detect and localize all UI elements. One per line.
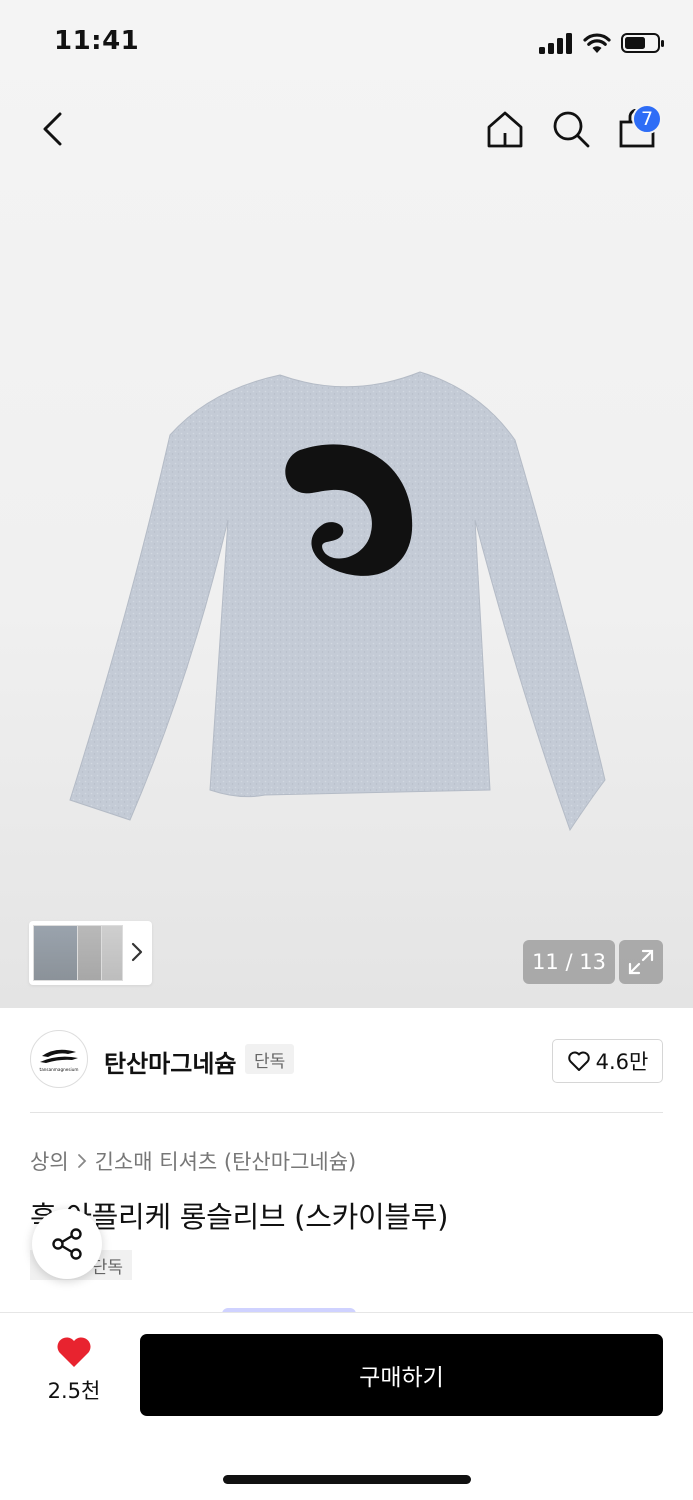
product-image-gallery[interactable]: 11:41 7 11 / 13	[0, 0, 693, 1008]
share-button[interactable]	[32, 1209, 102, 1279]
status-bar: 11:41	[0, 0, 693, 80]
back-icon	[43, 112, 62, 146]
share-icon	[52, 1228, 82, 1260]
breadcrumb-item[interactable]: 상의	[30, 1146, 69, 1176]
chevron-right-icon	[77, 1154, 86, 1168]
expand-image-button[interactable]	[619, 940, 663, 984]
image-page-indicator: 11 / 13	[523, 940, 615, 984]
chevron-right-icon	[131, 942, 143, 962]
home-icon	[487, 111, 523, 148]
bottom-action-bar: 2.5천 구매하기	[0, 1312, 693, 1500]
heart-outline-icon	[567, 1051, 590, 1071]
home-button[interactable]	[482, 106, 528, 152]
brand-like-count: 4.6만	[595, 1050, 649, 1074]
brand-like-button[interactable]: 4.6만	[552, 1039, 663, 1083]
battery-icon	[621, 33, 664, 53]
status-icons	[539, 30, 665, 56]
search-icon	[553, 111, 590, 148]
home-indicator	[223, 1475, 471, 1484]
brand-logo-text: tansanmagnesium	[40, 1067, 79, 1072]
product-photo	[69, 371, 606, 832]
heart-filled-icon	[57, 1337, 91, 1367]
top-nav-bar	[0, 96, 693, 166]
divider	[30, 1112, 663, 1113]
search-button[interactable]	[548, 106, 594, 152]
brand-exclusive-tag: 단독	[245, 1044, 295, 1074]
breadcrumb-item[interactable]: 긴소매 티셔츠 (탄산마그네슘)	[95, 1146, 357, 1176]
thumbnail[interactable]	[101, 925, 123, 981]
brand-logo-mark: tansanmagnesium	[40, 1049, 79, 1072]
brand-row: tansanmagnesium 탄산마그네슘 단독 4.6만	[0, 1030, 693, 1092]
wifi-icon	[583, 33, 611, 53]
brand-name[interactable]: 탄산마그네슘	[104, 1044, 236, 1079]
wishlist-button[interactable]: 2.5천	[34, 1335, 114, 1415]
back-button[interactable]	[30, 106, 76, 152]
buy-button[interactable]: 구매하기	[140, 1334, 663, 1416]
brand-logo[interactable]: tansanmagnesium	[30, 1030, 88, 1088]
wishlist-count: 2.5천	[47, 1379, 101, 1403]
expand-icon	[628, 949, 654, 975]
signal-icon	[539, 33, 572, 54]
status-time: 11:41	[54, 26, 140, 56]
thumbnail-strip[interactable]	[29, 921, 152, 985]
breadcrumb: 상의 긴소매 티셔츠 (탄산마그네슘)	[30, 1146, 356, 1176]
thumbnail[interactable]	[33, 925, 79, 981]
cart-count-badge: 7	[632, 104, 662, 134]
